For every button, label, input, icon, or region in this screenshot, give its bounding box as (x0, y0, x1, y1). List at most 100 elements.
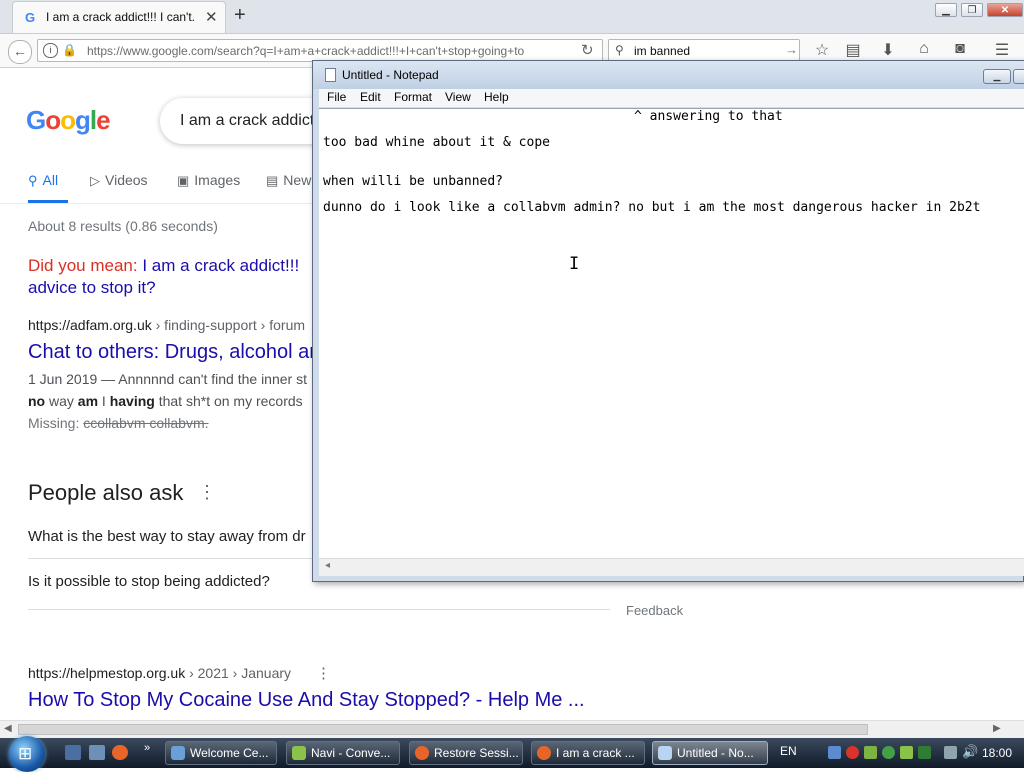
text-line: when willi be unbanned? (323, 174, 504, 189)
browser-search-value[interactable]: im banned (634, 44, 690, 58)
tab-images[interactable]: ▣ Images (177, 172, 240, 189)
network-tray-icon[interactable] (828, 746, 841, 759)
start-button[interactable]: ⊞ (9, 736, 45, 772)
result-url[interactable]: https://adfam.org.uk › finding-support ›… (28, 317, 305, 333)
menu-help[interactable]: Help (484, 90, 509, 104)
text-line: too bad whine about it & cope (323, 135, 550, 150)
display-tray-icon[interactable] (944, 746, 957, 759)
url-bar[interactable]: i 🔒 https://www.google.com/search?q=I+am… (37, 39, 603, 62)
menu-file[interactable]: File (327, 90, 346, 104)
tray-icon[interactable] (900, 746, 913, 759)
notepad-maximize-button[interactable] (1013, 69, 1024, 84)
library-icon[interactable]: ▤ (843, 40, 863, 60)
window-icon (292, 746, 306, 760)
volume-icon[interactable]: 🔊 (962, 744, 978, 760)
paa-question[interactable]: What is the best way to stay away from d… (28, 528, 306, 545)
switch-windows-icon[interactable] (89, 745, 105, 760)
info-icon[interactable]: i (43, 43, 58, 58)
language-indicator[interactable]: EN (780, 744, 797, 758)
result-site: https://adfam.org.uk (28, 317, 152, 333)
result-snippet: 1 Jun 2019 — Annnnnd can't find the inne… (28, 371, 307, 387)
window-close-button[interactable]: ✕ (987, 3, 1023, 17)
reload-icon[interactable]: ↻ (581, 41, 594, 59)
notepad-titlebar[interactable]: Untitled - Notepad ▁ (313, 61, 1024, 89)
tab-all-label: All (42, 172, 59, 188)
notepad-icon (325, 68, 336, 82)
feedback-link[interactable]: Feedback (626, 603, 683, 618)
scroll-left-icon[interactable]: ◀ (4, 723, 12, 734)
home-icon[interactable]: ⌂ (914, 40, 934, 58)
more-options-icon[interactable]: ⋮ (316, 664, 331, 682)
taskbar-button[interactable]: Navi - Conve... (286, 741, 400, 765)
tab-images-label: Images (194, 172, 241, 188)
tab-news[interactable]: ▤ New (266, 172, 311, 189)
menu-edit[interactable]: Edit (360, 90, 381, 104)
taskbar-button[interactable]: Welcome Ce... (165, 741, 277, 765)
play-icon: ▷ (90, 173, 100, 188)
tab-all[interactable]: ⚲ All (28, 172, 58, 189)
google-doodle-logo[interactable]: Google (26, 105, 111, 136)
taskbar-button-active[interactable]: Untitled - No... (652, 741, 768, 765)
user-tray-icon[interactable] (882, 746, 895, 759)
scroll-right-icon[interactable]: ▶ (993, 723, 1001, 734)
quicklaunch-overflow-icon[interactable]: » (144, 742, 150, 754)
google-search-query[interactable]: I am a crack addict (180, 112, 314, 130)
tab-videos-label: Videos (105, 172, 148, 188)
url-text[interactable]: https://www.google.com/search?q=I+am+a+c… (87, 44, 577, 58)
taskbar-button-label: I am a crack ... (556, 746, 635, 760)
result-title-link[interactable]: How To Stop My Cocaine Use And Stay Stop… (28, 689, 585, 712)
taskbar-button[interactable]: I am a crack ... (531, 741, 645, 765)
did-you-mean-link-cont[interactable]: advice to stop it? (28, 278, 156, 297)
scrollbar-thumb[interactable] (18, 724, 868, 735)
image-icon: ▣ (177, 173, 190, 188)
menu-hamburger-icon[interactable]: ☰ (992, 40, 1012, 60)
show-desktop-icon[interactable] (65, 745, 81, 760)
notepad-menubar: File Edit Format View Help (319, 89, 1024, 108)
page-horizontal-scrollbar[interactable]: ◀ ▶ (0, 720, 1024, 739)
download-icon[interactable]: ⬇ (878, 40, 898, 60)
scroll-left-icon[interactable]: ◂ (325, 560, 330, 571)
search-icon: ⚲ (615, 43, 624, 57)
notepad-horizontal-scrollbar[interactable]: ◂ (319, 558, 1024, 576)
taskbar-button-label: Restore Sessi... (434, 746, 519, 760)
tab-videos[interactable]: ▷ Videos (90, 172, 148, 189)
notepad-title: Untitled - Notepad (342, 68, 439, 82)
close-tab-icon[interactable]: ✕ (205, 8, 218, 26)
browser-tab[interactable]: G I am a crack addict!!! I can't... ✕ (12, 1, 226, 33)
clock[interactable]: 18:00 (982, 746, 1012, 760)
tab-news-label: New (283, 172, 312, 188)
result-breadcrumb: › 2021 › January (185, 665, 292, 681)
taskbar-button[interactable]: Restore Sessi... (409, 741, 523, 765)
browser-search-input[interactable]: ⚲ im banned → (608, 39, 800, 62)
result-site: https://helpmestop.org.uk (28, 665, 186, 681)
menu-view[interactable]: View (445, 90, 471, 104)
notepad-minimize-button[interactable]: ▁ (983, 69, 1011, 84)
new-tab-button[interactable]: + (234, 4, 246, 27)
result-stats: About 8 results (0.86 seconds) (28, 218, 218, 234)
security-tray-icon[interactable] (846, 746, 859, 759)
back-button[interactable]: ← (8, 40, 32, 64)
tab-title: I am a crack addict!!! I can't... (46, 10, 196, 24)
tray-icon[interactable] (918, 746, 931, 759)
did-you-mean-link[interactable]: I am a crack addict!!! (142, 256, 299, 275)
pocket-icon[interactable]: ◙ (950, 40, 970, 58)
firefox-quicklaunch-icon[interactable] (112, 745, 128, 760)
notepad-text-area[interactable]: ^ answering to that too bad whine about … (319, 108, 1024, 559)
bookmark-star-icon[interactable]: ☆ (812, 40, 832, 60)
news-icon: ▤ (266, 173, 279, 188)
paa-question[interactable]: Is it possible to stop being addicted? (28, 573, 270, 590)
more-options-icon[interactable]: ⋮ (198, 482, 216, 503)
result-breadcrumb: › finding-support › forum (151, 317, 306, 333)
taskbar-button-label: Navi - Conve... (311, 746, 391, 760)
result-url[interactable]: https://helpmestop.org.uk › 2021 › Janua… (28, 665, 291, 681)
text-line: ^ answering to that (634, 109, 783, 124)
tray-icon[interactable] (864, 746, 877, 759)
window-maximize-button[interactable]: ❐ (961, 3, 983, 17)
search-go-icon[interactable]: → (785, 42, 798, 57)
window-minimize-button[interactable]: ▁ (935, 3, 957, 17)
notepad-icon (658, 746, 672, 760)
menu-format[interactable]: Format (394, 90, 432, 104)
taskbar-button-label: Untitled - No... (677, 746, 754, 760)
result-title-link[interactable]: Chat to others: Drugs, alcohol ar (28, 341, 316, 364)
did-you-mean: Did you mean: I am a crack addict!!! adv… (28, 255, 328, 299)
